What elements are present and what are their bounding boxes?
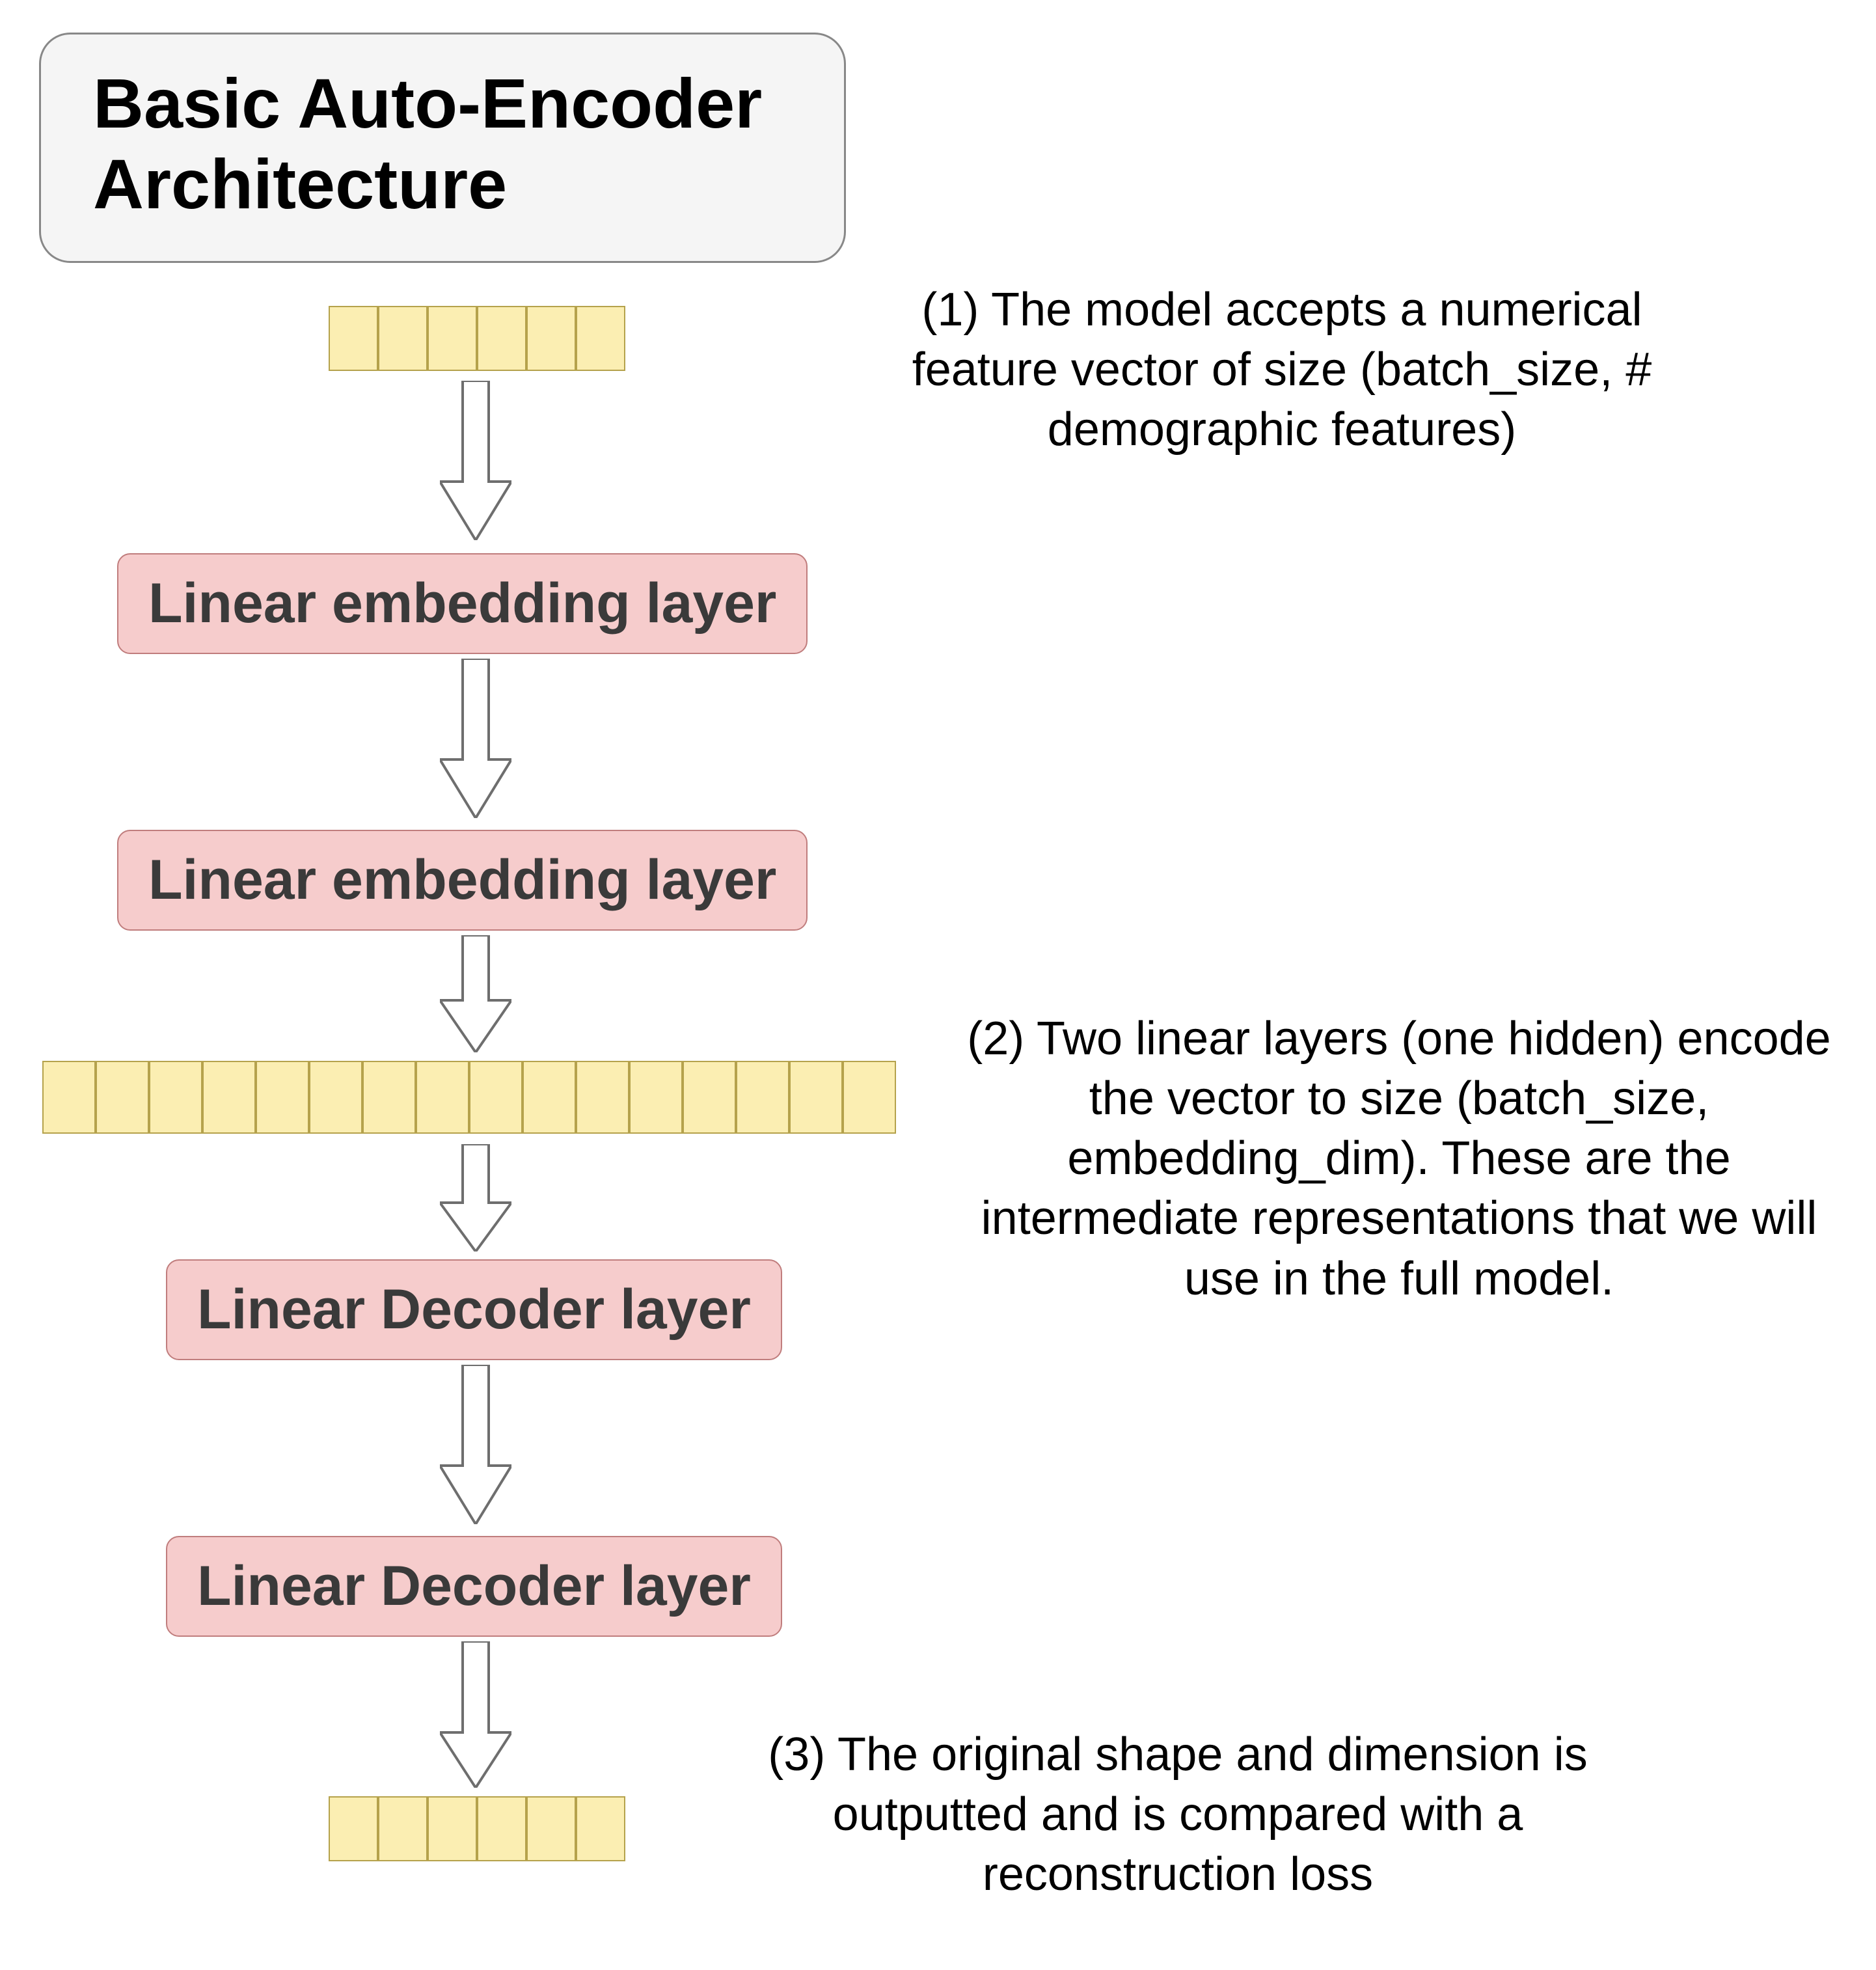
decoder-layer-2: Linear Decoder layer <box>166 1536 782 1637</box>
vector-cell <box>576 1796 625 1861</box>
annotation-2: (2) Two linear layers (one hidden) encod… <box>957 1009 1842 1309</box>
vector-cell <box>256 1061 309 1134</box>
vector-cell <box>576 306 625 371</box>
annotation-3: (3) The original shape and dimension is … <box>722 1725 1633 1904</box>
embedding-vector <box>42 1061 896 1134</box>
encoder-layer-2: Linear embedding layer <box>117 830 808 931</box>
vector-cell <box>526 1796 576 1861</box>
annotation-2-text: (2) Two linear layers (one hidden) encod… <box>967 1013 1830 1305</box>
vector-cell <box>362 1061 416 1134</box>
encoder-layer-2-label: Linear embedding layer <box>148 849 776 911</box>
vector-cell <box>428 1796 477 1861</box>
annotation-3-text: (3) The original shape and dimension is … <box>768 1729 1587 1900</box>
decoder-layer-1: Linear Decoder layer <box>166 1259 782 1360</box>
vector-cell <box>576 1061 629 1134</box>
encoder-layer-1-label: Linear embedding layer <box>148 572 776 635</box>
output-vector <box>329 1796 625 1861</box>
vector-cell <box>469 1061 523 1134</box>
diagram-canvas: Basic Auto-Encoder Architecture Linear e… <box>0 0 1876 1970</box>
vector-cell <box>523 1061 576 1134</box>
vector-cell <box>789 1061 843 1134</box>
decoder-layer-1-label: Linear Decoder layer <box>197 1278 751 1341</box>
annotation-1: (1) The model accepts a numerical featur… <box>846 280 1718 459</box>
encoder-layer-1: Linear embedding layer <box>117 553 808 654</box>
arrow-down-icon <box>440 381 511 540</box>
arrow-down-icon <box>440 935 511 1052</box>
vector-cell <box>96 1061 149 1134</box>
vector-cell <box>843 1061 896 1134</box>
vector-cell <box>378 306 428 371</box>
vector-cell <box>309 1061 362 1134</box>
vector-cell <box>526 306 576 371</box>
vector-cell <box>629 1061 683 1134</box>
vector-cell <box>202 1061 256 1134</box>
vector-cell <box>378 1796 428 1861</box>
decoder-layer-2-label: Linear Decoder layer <box>197 1555 751 1617</box>
input-vector <box>329 306 625 371</box>
vector-cell <box>329 1796 378 1861</box>
vector-cell <box>329 306 378 371</box>
vector-cell <box>42 1061 96 1134</box>
vector-cell <box>477 1796 526 1861</box>
arrow-down-icon <box>440 1641 511 1788</box>
title-box: Basic Auto-Encoder Architecture <box>39 33 846 263</box>
title-text: Basic Auto-Encoder Architecture <box>93 63 792 225</box>
vector-cell <box>683 1061 736 1134</box>
vector-cell <box>416 1061 469 1134</box>
arrow-down-icon <box>440 659 511 818</box>
arrow-down-icon <box>440 1144 511 1252</box>
vector-cell <box>149 1061 202 1134</box>
annotation-1-text: (1) The model accepts a numerical featur… <box>912 284 1652 456</box>
vector-cell <box>428 306 477 371</box>
arrow-down-icon <box>440 1365 511 1524</box>
vector-cell <box>736 1061 789 1134</box>
vector-cell <box>477 306 526 371</box>
